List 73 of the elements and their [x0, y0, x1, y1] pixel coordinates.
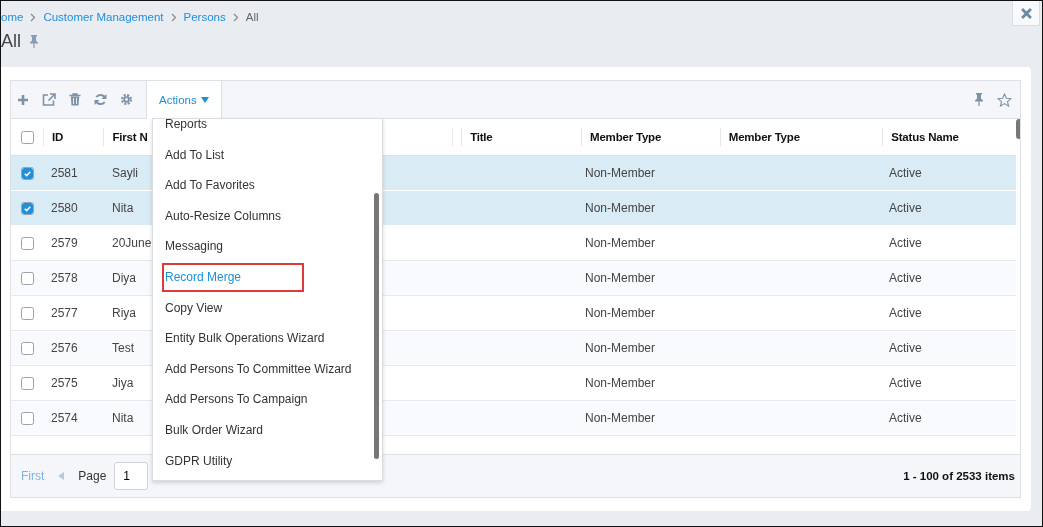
column-header[interactable]: ID [52, 131, 64, 143]
actions-dropdown[interactable]: Actions [146, 81, 222, 119]
table-cell: Active [889, 236, 922, 250]
table-cell: Non-Member [585, 271, 656, 285]
table-cell: 20June [112, 236, 152, 250]
column-header[interactable]: Title [470, 131, 493, 143]
table-cell: Non-Member [585, 236, 656, 250]
select-all-checkbox[interactable] [20, 130, 34, 144]
pin-icon[interactable] [29, 34, 39, 48]
table-cell: 2574 [51, 411, 78, 425]
chevron-icon [30, 12, 37, 22]
menu-item[interactable]: Record Merge [161, 261, 305, 293]
external-link-icon[interactable] [42, 93, 56, 106]
trash-icon[interactable] [69, 93, 81, 106]
table-cell: Active [889, 271, 922, 285]
menu-item[interactable]: Reports [153, 119, 374, 140]
breadcrumb-current: All [245, 11, 259, 23]
table-cell: Test [112, 341, 134, 355]
add-icon[interactable] [17, 93, 29, 106]
column-header[interactable]: First N [112, 131, 148, 143]
chevron-icon [232, 12, 239, 22]
checkbox[interactable] [20, 376, 34, 390]
table-cell: Jiya [112, 376, 134, 390]
item-count: 1 - 100 of 2533 items [903, 470, 1015, 482]
table-cell: Non-Member [585, 341, 656, 355]
pin-icon[interactable] [974, 93, 984, 106]
previous-icon[interactable] [58, 472, 65, 480]
caret-icon [200, 97, 209, 103]
table-cell: Diya [112, 271, 136, 285]
checkbox[interactable] [20, 166, 34, 180]
page-label: Page [78, 469, 107, 483]
scrollbar-thumb[interactable] [374, 193, 379, 459]
table-cell: 2580 [51, 201, 78, 215]
table-cell: Non-Member [585, 201, 656, 215]
table-cell: Active [889, 341, 922, 355]
table-cell: Non-Member [585, 306, 656, 320]
checkbox[interactable] [20, 271, 34, 285]
page-title: All [1, 30, 21, 52]
table-cell: Active [889, 201, 922, 215]
table-cell: 2577 [51, 306, 78, 320]
star-icon[interactable] [997, 92, 1012, 107]
column-header[interactable]: Status Name [891, 131, 959, 143]
checkbox[interactable] [20, 341, 34, 355]
table-cell: Nita [112, 201, 134, 215]
checkbox[interactable] [20, 411, 34, 425]
table-cell: 2579 [51, 236, 78, 250]
menu-item[interactable]: GDPR Utility [153, 445, 374, 477]
close-button[interactable] [1012, 1, 1040, 26]
table-cell: Active [889, 411, 922, 425]
table-cell: Riya [112, 306, 136, 320]
table-cell: 2581 [51, 166, 78, 180]
table-cell: Non-Member [585, 376, 656, 390]
table-cell: Non-Member [585, 411, 656, 425]
chevron-icon [170, 12, 177, 22]
table-cell: 2578 [51, 271, 78, 285]
table-cell: Active [889, 166, 922, 180]
table-cell: 2575 [51, 376, 78, 390]
column-header[interactable]: Member Type [590, 131, 662, 143]
checkbox[interactable] [20, 306, 34, 320]
table-cell: 2576 [51, 341, 78, 355]
close-icon [1020, 7, 1032, 19]
table-cell: Non-Member [585, 166, 656, 180]
menu-item[interactable]: Messaging [153, 231, 374, 262]
checkbox[interactable] [20, 236, 34, 250]
refresh-icon[interactable] [94, 93, 107, 106]
checkbox[interactable] [20, 201, 34, 215]
column-header[interactable]: Member Type [728, 131, 800, 143]
page-input[interactable]: 1 [114, 462, 149, 490]
table-cell: Nita [112, 411, 134, 425]
table-cell: Active [889, 306, 922, 320]
table-cell: Sayli [112, 166, 138, 180]
table-cell: Active [889, 376, 922, 390]
settings-icon[interactable] [120, 93, 133, 106]
